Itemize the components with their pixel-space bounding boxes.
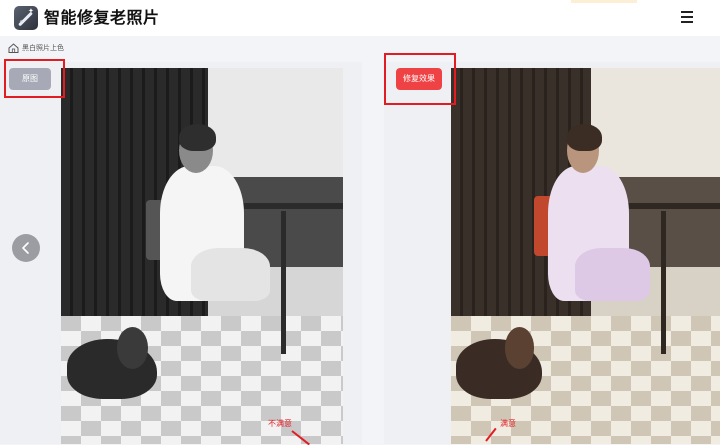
hamburger-menu-icon[interactable] [681, 11, 695, 23]
original-photo [61, 68, 343, 444]
highlight-box-restored [384, 53, 456, 105]
header-accent [571, 0, 637, 3]
home-icon [8, 43, 19, 53]
restored-photo [451, 68, 720, 444]
unsatisfied-note: 不满意 [268, 419, 292, 428]
app-header: ✦ ✦ 智能修复老照片 [0, 0, 720, 36]
chevron-left-icon [22, 242, 29, 254]
app-title: 智能修复老照片 [44, 8, 160, 27]
highlight-box-original [4, 59, 65, 98]
satisfied-note: 满意 [500, 419, 516, 428]
breadcrumb-label: 黑白照片上色 [22, 44, 64, 52]
prev-button[interactable] [12, 234, 40, 262]
magic-wand-icon[interactable]: ✦ ✦ [14, 6, 38, 30]
